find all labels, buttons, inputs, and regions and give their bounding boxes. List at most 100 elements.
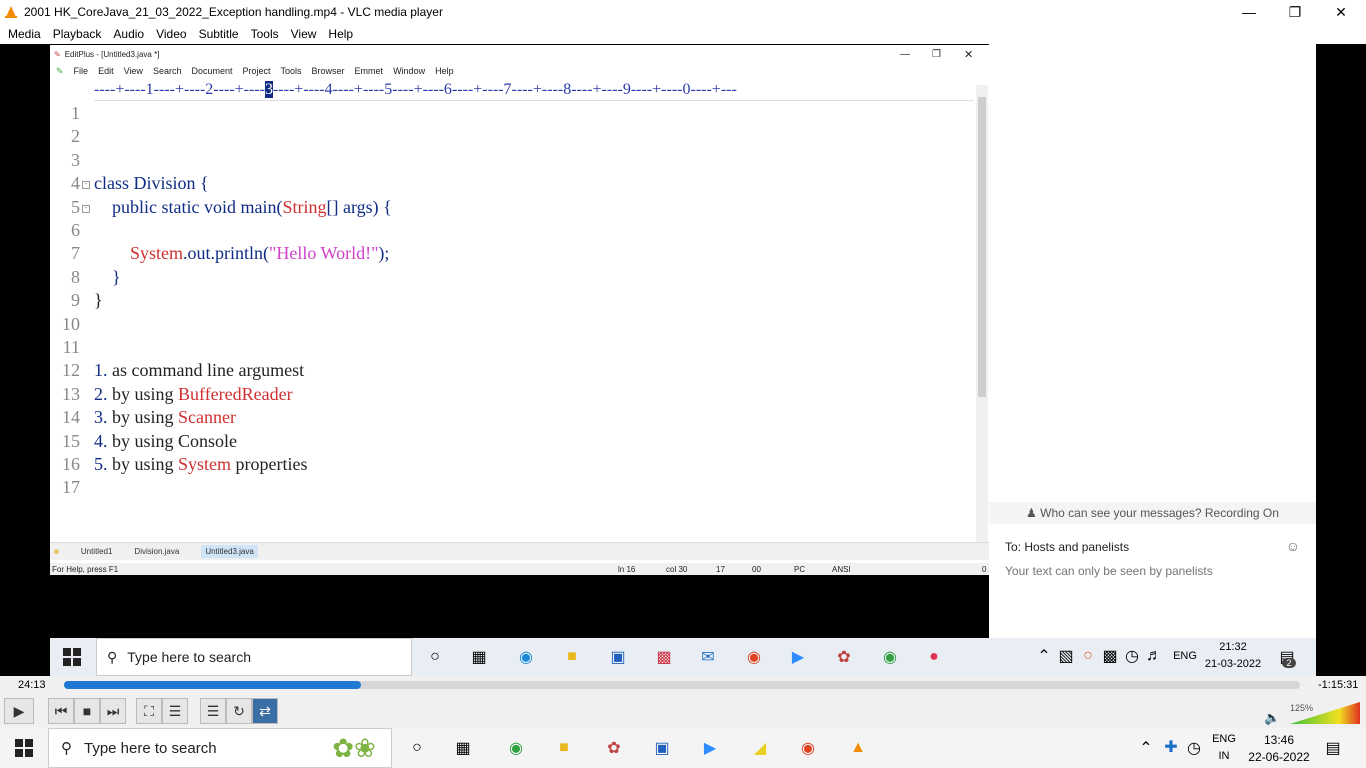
emoji-icon[interactable]: ☺ bbox=[1286, 538, 1300, 554]
fold-toggle-icon[interactable]: - bbox=[82, 204, 90, 213]
file-explorer-icon[interactable]: ■ bbox=[560, 645, 584, 669]
circle-icon[interactable]: ○ bbox=[1080, 647, 1096, 664]
editplus-menu-bar: ✎ File Edit View Search Document Project… bbox=[50, 63, 989, 79]
menu-subtitle[interactable]: Subtitle bbox=[199, 27, 239, 41]
recorder-icon[interactable]: ◉ bbox=[742, 645, 766, 669]
outer-wifi-icon[interactable]: ◷ bbox=[1186, 740, 1202, 757]
outer-notification-icon[interactable]: ▤ bbox=[1322, 738, 1344, 758]
fold-toggle-icon[interactable]: - bbox=[82, 181, 90, 190]
code-line[interactable]: 1. as command line argumest bbox=[94, 360, 304, 381]
outer-recorder-icon[interactable]: ◉ bbox=[796, 736, 820, 760]
code-line[interactable]: class Division { bbox=[94, 173, 209, 194]
previous-button[interactable]: ⏮ bbox=[48, 698, 74, 724]
seek-bar[interactable] bbox=[64, 681, 1300, 689]
recipient-selector[interactable]: To: Hosts and panelists bbox=[1005, 540, 1129, 554]
close-button[interactable]: ✕ bbox=[1318, 0, 1364, 24]
menu-help[interactable]: Help bbox=[328, 27, 353, 41]
ep-menu-search[interactable]: Search bbox=[153, 66, 182, 76]
menu-audio[interactable]: Audio bbox=[113, 27, 144, 41]
extended-settings-button[interactable]: ☰ bbox=[162, 698, 188, 724]
chat-input[interactable] bbox=[1005, 564, 1295, 578]
tab-untitled1[interactable]: Untitled1 bbox=[81, 547, 113, 556]
status-line: ln 16 bbox=[618, 564, 636, 574]
outer-store-icon[interactable]: ▣ bbox=[650, 736, 674, 760]
windows-start-icon[interactable] bbox=[62, 647, 82, 667]
screen-recorder-icon[interactable]: ● bbox=[922, 645, 946, 669]
menu-playback[interactable]: Playback bbox=[53, 27, 102, 41]
tab-untitled3-java[interactable]: Untitled3.java bbox=[201, 545, 258, 558]
shuffle-button[interactable]: ⇄ bbox=[252, 698, 278, 724]
tab-division-java[interactable]: Division.java bbox=[134, 547, 179, 556]
plus-icon[interactable]: ✚ bbox=[1162, 738, 1180, 756]
ep-menu-window[interactable]: Window bbox=[393, 66, 425, 76]
chevron-up-icon[interactable]: ⌃ bbox=[1036, 648, 1052, 665]
menu-tools[interactable]: Tools bbox=[251, 27, 279, 41]
code-line[interactable]: System.out.println("Hello World!"); bbox=[94, 243, 389, 264]
next-button[interactable]: ⏭ bbox=[100, 698, 126, 724]
ep-menu-help[interactable]: Help bbox=[435, 66, 454, 76]
sticky-notes-icon[interactable]: ◢ bbox=[748, 736, 772, 760]
battery-icon[interactable]: ▩ bbox=[1102, 648, 1118, 665]
editplus-close-icon[interactable]: ✕ bbox=[964, 48, 973, 61]
recording-notice[interactable]: ♟ Who can see your messages? Recording O… bbox=[989, 502, 1316, 524]
editplus-maximize-icon[interactable]: ❐ bbox=[932, 49, 941, 60]
speaker-icon[interactable]: 🔈 bbox=[1264, 710, 1280, 726]
outer-chrome-icon[interactable]: ◉ bbox=[504, 736, 528, 760]
device-icon[interactable]: ▧ bbox=[1058, 648, 1074, 665]
outer-start-icon[interactable] bbox=[14, 738, 34, 758]
fullscreen-button[interactable]: ⛶ bbox=[136, 698, 162, 724]
outer-task-view-icon[interactable]: ▦ bbox=[452, 738, 474, 758]
outer-cortana-icon[interactable]: ○ bbox=[406, 738, 428, 758]
gift-icon[interactable]: ▩ bbox=[652, 645, 676, 669]
ep-menu-file[interactable]: File bbox=[74, 66, 89, 76]
maximize-button[interactable]: ❐ bbox=[1272, 0, 1318, 24]
mail-icon[interactable]: ✉ bbox=[696, 645, 720, 669]
minimize-button[interactable]: — bbox=[1226, 0, 1272, 24]
outer-region[interactable]: IN bbox=[1206, 750, 1242, 762]
loop-button[interactable]: ↻ bbox=[226, 698, 252, 724]
edge-icon[interactable]: ◉ bbox=[514, 645, 538, 669]
editplus-minimize-icon[interactable]: — bbox=[900, 49, 910, 60]
chrome-icon[interactable]: ◉ bbox=[878, 645, 902, 669]
outer-lang[interactable]: ENG bbox=[1206, 733, 1242, 745]
code-line[interactable]: 5. by using System properties bbox=[94, 454, 308, 475]
cortana-icon[interactable]: ○ bbox=[424, 647, 446, 667]
outer-zoom-icon[interactable]: ▶ bbox=[698, 736, 722, 760]
menu-video[interactable]: Video bbox=[156, 27, 186, 41]
outer-snipping-icon[interactable]: ✿ bbox=[602, 736, 626, 760]
playlist-button[interactable]: ☰ bbox=[200, 698, 226, 724]
ep-menu-edit[interactable]: Edit bbox=[98, 66, 114, 76]
vlc-menu-bar: Media Playback Audio Video Subtitle Tool… bbox=[0, 24, 1366, 44]
scrollbar-thumb[interactable] bbox=[978, 97, 986, 397]
outer-explorer-icon[interactable]: ■ bbox=[552, 736, 576, 760]
ep-menu-document[interactable]: Document bbox=[191, 66, 232, 76]
code-editor[interactable]: 1 2 3 4- class Division {5- public static vo… bbox=[50, 103, 974, 543]
code-line[interactable]: public static void main(String[] args) { bbox=[94, 197, 392, 218]
code-line[interactable]: 3. by using Scanner bbox=[94, 407, 236, 428]
ep-menu-browser[interactable]: Browser bbox=[312, 66, 345, 76]
code-line[interactable]: } bbox=[94, 290, 103, 311]
code-line[interactable]: 2. by using BufferedReader bbox=[94, 384, 293, 405]
ep-menu-emmet[interactable]: Emmet bbox=[355, 66, 384, 76]
ep-menu-tools[interactable]: Tools bbox=[281, 66, 302, 76]
inner-search-box[interactable]: ⚲ Type here to search bbox=[96, 638, 412, 676]
task-view-icon[interactable]: ▦ bbox=[468, 647, 490, 667]
menu-view[interactable]: View bbox=[291, 27, 317, 41]
snipping-icon[interactable]: ✿ bbox=[832, 645, 856, 669]
zoom-icon[interactable]: ▶ bbox=[786, 645, 810, 669]
code-line[interactable]: 4. by using Console bbox=[94, 431, 237, 452]
remaining-time[interactable]: -1:15:31 bbox=[1318, 679, 1358, 691]
volume-icon[interactable]: ♬ bbox=[1146, 647, 1162, 664]
ep-menu-view[interactable]: View bbox=[124, 66, 143, 76]
play-button[interactable]: ▶ bbox=[4, 698, 34, 724]
menu-media[interactable]: Media bbox=[8, 27, 41, 41]
wifi-icon[interactable]: ◷ bbox=[1124, 648, 1140, 665]
inner-lang[interactable]: ENG bbox=[1170, 650, 1200, 662]
outer-chevron-up-icon[interactable]: ⌃ bbox=[1138, 740, 1154, 757]
code-line[interactable]: } bbox=[94, 267, 121, 288]
stop-button[interactable]: ■ bbox=[74, 698, 100, 724]
vertical-scrollbar[interactable] bbox=[976, 85, 988, 543]
ep-menu-project[interactable]: Project bbox=[243, 66, 271, 76]
outer-vlc-icon[interactable]: ▲ bbox=[846, 736, 870, 760]
store-icon[interactable]: ▣ bbox=[606, 645, 630, 669]
